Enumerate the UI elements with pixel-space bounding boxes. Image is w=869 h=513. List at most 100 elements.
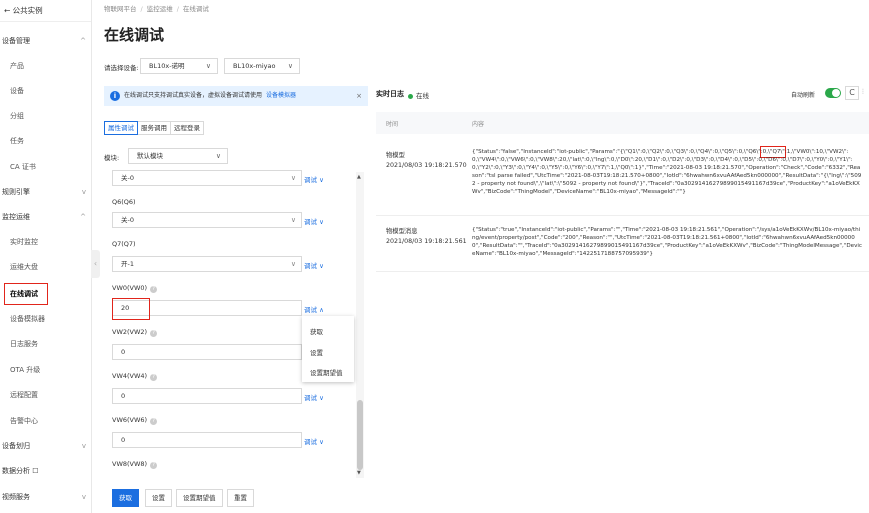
help-icon[interactable]: ? (150, 286, 158, 293)
debug-dropdown-link[interactable]: 调试 ∨ (304, 216, 324, 226)
back-to-instances-link[interactable]: ← 公共实例 (0, 0, 91, 22)
sidebar-collapse-handle[interactable]: ‹ (91, 250, 100, 278)
sidebar-item[interactable]: 数据分析 ☐ (0, 463, 92, 479)
field-label: Q7(Q7) (112, 240, 136, 248)
sidebar-item[interactable]: 远程配置 (0, 387, 92, 403)
property-input-vw2[interactable]: 0 (112, 344, 302, 360)
sidebar-item[interactable]: 告警中心 (0, 413, 92, 429)
chevron-down-icon: ∨ (287, 62, 293, 70)
field-value: 0 (121, 436, 126, 444)
sidebar-item[interactable]: 任务 (0, 133, 92, 149)
tab-remote-login[interactable]: 远程登录 (170, 121, 204, 135)
sidebar-item[interactable]: 分组 (0, 108, 92, 124)
sidebar-item[interactable]: 设备管理 ^ (0, 33, 92, 49)
sidebar-item-label: 运维大盘 (10, 263, 38, 271)
scroll-up-icon[interactable]: ▲ (357, 174, 361, 180)
debug-tabs: 属性调试 服务调用 远程登录 (104, 121, 204, 135)
tab-property-debug[interactable]: 属性调试 (104, 121, 138, 135)
refresh-icon[interactable]: C (845, 86, 859, 100)
dropdown-item-get[interactable]: 获取 (310, 326, 323, 336)
product-select-value: BL10x-诺明 (149, 62, 185, 70)
log-type: 物模型 (386, 152, 405, 159)
field-label: VW6(VW6)? (112, 416, 158, 425)
sidebar-item[interactable]: 设备 (0, 83, 92, 99)
breadcrumb: 物联网平台 / 监控运维 / 在线调试 (104, 5, 209, 13)
field-label-text: VW0(VW0) (112, 284, 148, 292)
auto-refresh-label: 自动刷新 (791, 92, 816, 99)
chevron-up-icon: ^ (80, 213, 86, 221)
field-value: 关-0 (121, 174, 134, 182)
chevron-down-icon: v (81, 442, 86, 450)
property-select-q5[interactable]: 关-0 ∨ (112, 170, 302, 186)
scrollbar-thumb[interactable] (357, 400, 363, 470)
sidebar-item[interactable]: 设备划归 v (0, 438, 92, 454)
set-button[interactable]: 设置 (145, 489, 172, 507)
get-button[interactable]: 获取 (112, 489, 139, 507)
sidebar-item-label: 告警中心 (10, 417, 38, 425)
status-text: 在线 (416, 92, 429, 100)
device-select[interactable]: BL10x-miyao ∨ (224, 58, 300, 74)
module-select[interactable]: 默认模块 ∨ (128, 148, 228, 164)
breadcrumb-item[interactable]: 物联网平台 (104, 5, 137, 13)
sidebar-item-label: 设备模拟器 (10, 315, 45, 323)
sidebar-item[interactable]: 设备模拟器 (0, 311, 92, 327)
sidebar-item-label: CA 证书 (10, 163, 36, 171)
sidebar-item[interactable]: OTA 升级 (0, 362, 92, 378)
page-title: 在线调试 (104, 26, 165, 44)
device-select-label: 请选择设备: (104, 64, 139, 72)
help-icon[interactable]: ? (150, 330, 158, 337)
close-icon[interactable]: × (356, 86, 362, 106)
sidebar-item-label: OTA 升级 (10, 366, 41, 374)
device-simulator-link[interactable]: 设备模拟器 (266, 92, 296, 99)
help-icon[interactable]: ? (150, 374, 158, 381)
help-icon[interactable]: ? (150, 418, 158, 425)
sidebar-item[interactable]: CA 证书 (0, 159, 92, 175)
property-input-vw6[interactable]: 0 (112, 432, 302, 448)
debug-dropdown-link[interactable]: 调试 ∨ (304, 174, 324, 184)
breadcrumb-item[interactable]: 监控运维 (147, 5, 173, 13)
tab-service-call[interactable]: 服务调用 (137, 121, 171, 135)
field-label: VW0(VW0)? (112, 284, 158, 293)
column-header-content: 内容 (472, 121, 485, 128)
debug-dropdown-link[interactable]: 调试 ∨ (304, 436, 324, 446)
reset-button[interactable]: 重置 (227, 489, 254, 507)
sidebar-item[interactable]: 运维大盘 (0, 259, 92, 275)
sidebar-item[interactable]: 监控运维 ^ (0, 209, 92, 225)
scroll-down-icon[interactable]: ▼ (357, 470, 361, 476)
property-select-q7[interactable]: 开-1 ∨ (112, 256, 302, 272)
field-label: Q6(Q6) (112, 198, 136, 206)
field-label-text: VW8(VW8) (112, 460, 148, 468)
debug-dropdown-link[interactable]: 调试 ∨ (304, 260, 324, 270)
highlight-box (4, 283, 48, 305)
chevron-down-icon: ∨ (319, 438, 324, 446)
chevron-down-icon: ∨ (215, 152, 221, 160)
debug-dropdown-link[interactable]: 调试 ∧ (304, 304, 324, 314)
dropdown-item-set-desired[interactable]: 设置期望值 (310, 367, 343, 377)
highlight-box (112, 298, 150, 320)
auto-refresh-toggle[interactable] (825, 88, 841, 98)
chevron-down-icon: ∨ (205, 62, 211, 70)
chevron-up-icon: ∧ (319, 306, 324, 314)
info-banner: i 在线调试只支持调试真实设备，虚拟设备调试请使用 设备模拟器 × (104, 86, 368, 106)
sidebar-item-label: 监控运维 (2, 213, 30, 221)
log-row: 物模型消息 2021/08/03 19:18:21.561 {"Status":… (376, 216, 869, 272)
sidebar-item[interactable]: 视频服务 v (0, 489, 92, 505)
sidebar-item-label: 设备 (10, 87, 24, 95)
sidebar-item[interactable]: 日志服务 (0, 336, 92, 352)
debug-label: 调试 (304, 306, 317, 314)
sidebar-item[interactable]: 实时监控 (0, 234, 92, 250)
sidebar-item-label: 分组 (10, 112, 24, 120)
sidebar: ← 公共实例 (0, 0, 92, 513)
log-type: 物模型消息 (386, 228, 418, 235)
more-icon[interactable]: ⫶ (862, 88, 864, 97)
help-icon[interactable]: ? (150, 462, 158, 469)
dropdown-item-set[interactable]: 设置 (310, 347, 323, 357)
debug-dropdown-link[interactable]: 调试 ∨ (304, 392, 324, 402)
sidebar-item[interactable]: 产品 (0, 58, 92, 74)
property-input-vw4[interactable]: 0 (112, 388, 302, 404)
product-select[interactable]: BL10x-诺明 ∨ (140, 58, 218, 74)
set-desired-button[interactable]: 设置期望值 (176, 489, 223, 507)
sidebar-item[interactable]: 规则引擎 v (0, 184, 92, 200)
property-select-q6[interactable]: 关-0 ∨ (112, 212, 302, 228)
field-value: 关-0 (121, 216, 134, 224)
